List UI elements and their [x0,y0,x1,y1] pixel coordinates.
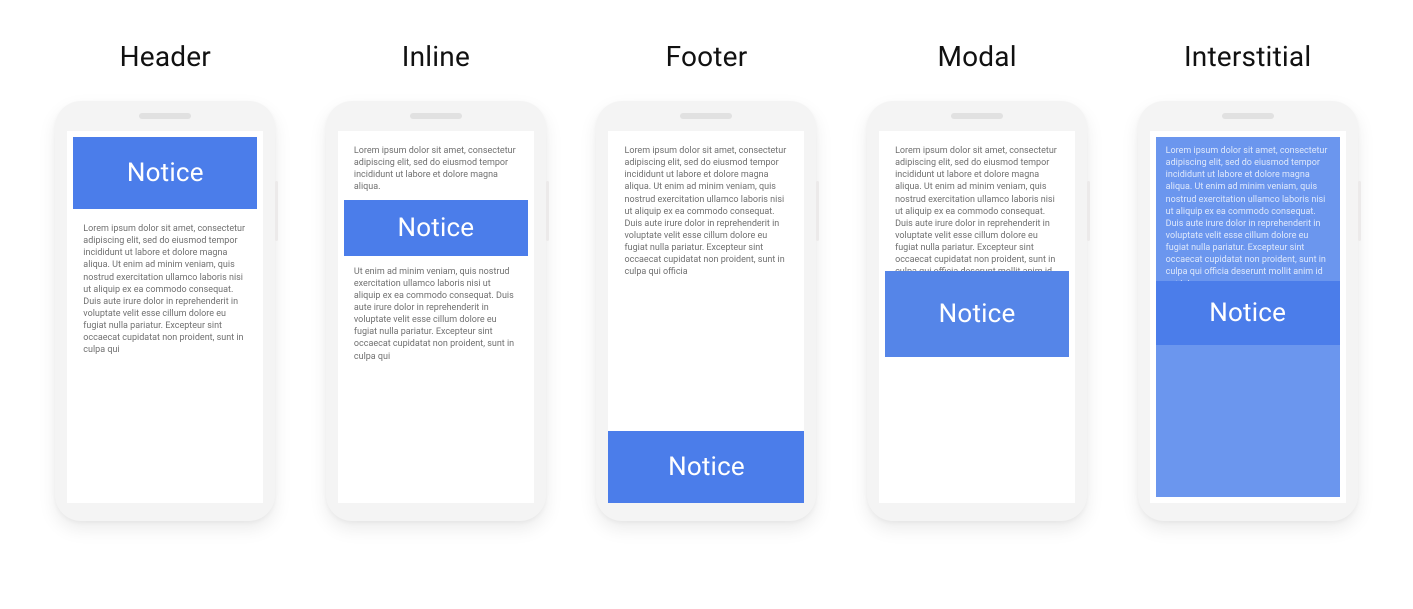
phone-mock-header: Notice Lorem ipsum dolor sit amet, conse… [55,101,275,521]
notice-interstitial: Notice [1156,281,1340,345]
variant-title-modal: Modal [937,40,1016,73]
variant-header: Header Notice Lorem ipsum dolor sit amet… [40,40,290,521]
screen-header: Notice Lorem ipsum dolor sit amet, conse… [67,131,263,503]
diagram-stage: Header Notice Lorem ipsum dolor sit amet… [0,0,1413,541]
phone-mock-inline: Lorem ipsum dolor sit amet, consectetur … [326,101,546,521]
content-text-footer: Lorem ipsum dolor sit amet, consectetur … [608,131,804,431]
phone-mock-interstitial: Lorem ipsum dolor sit amet, consectetur … [1138,101,1358,521]
notice-inline: Notice [344,200,528,256]
variant-interstitial: Interstitial Lorem ipsum dolor sit amet,… [1123,40,1373,521]
content-text-inline-top: Lorem ipsum dolor sit amet, consectetur … [338,131,534,200]
variant-inline: Inline Lorem ipsum dolor sit amet, conse… [311,40,561,521]
variant-title-footer: Footer [666,40,748,73]
variant-footer: Footer Lorem ipsum dolor sit amet, conse… [581,40,831,521]
variant-modal: Modal Lorem ipsum dolor sit amet, consec… [852,40,1102,521]
variant-title-interstitial: Interstitial [1184,40,1311,73]
notice-modal: Notice [885,271,1069,357]
phone-mock-modal: Lorem ipsum dolor sit amet, consectetur … [867,101,1087,521]
screen-inline: Lorem ipsum dolor sit amet, consectetur … [338,131,534,503]
content-text-header: Lorem ipsum dolor sit amet, consectetur … [67,209,263,371]
content-text-inline-bottom: Ut enim ad minim veniam, quis nostrud ex… [338,256,534,369]
notice-footer: Notice [608,431,804,503]
phone-mock-footer: Lorem ipsum dolor sit amet, consectetur … [596,101,816,521]
screen-modal: Lorem ipsum dolor sit amet, consectetur … [879,131,1075,503]
variant-title-inline: Inline [402,40,470,73]
screen-footer: Lorem ipsum dolor sit amet, consectetur … [608,131,804,503]
notice-header: Notice [73,137,257,209]
screen-interstitial: Lorem ipsum dolor sit amet, consectetur … [1150,131,1346,503]
variant-title-header: Header [120,40,211,73]
